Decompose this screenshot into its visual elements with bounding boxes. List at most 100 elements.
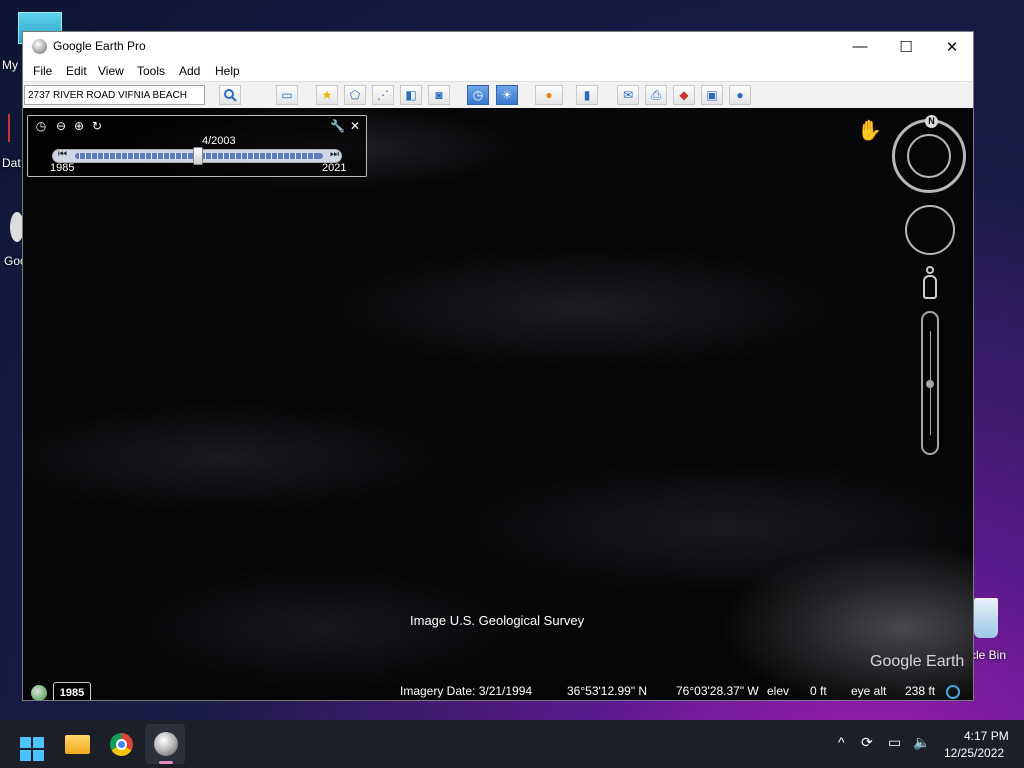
menu-help[interactable]: Help <box>215 64 240 78</box>
google-earth-taskbar-button[interactable] <box>145 724 185 764</box>
clock-icon[interactable]: ◷ <box>34 119 48 133</box>
save-image-button[interactable]: ▣ <box>701 85 723 105</box>
time-slider-tick <box>271 153 272 159</box>
chevron-up-icon[interactable]: ^ <box>838 734 845 750</box>
look-joystick[interactable] <box>905 205 955 255</box>
camera-icon: ◙ <box>435 88 443 102</box>
add-path-button[interactable]: ⋰ <box>372 85 394 105</box>
time-slider-tick <box>187 153 188 159</box>
compass-inner-ring <box>907 134 951 178</box>
start-button[interactable] <box>12 724 52 764</box>
wrench-icon[interactable]: 🔧 <box>330 119 345 133</box>
zoom-slider[interactable] <box>921 311 939 455</box>
time-slider-tick <box>313 153 314 159</box>
street-view-pegman-icon[interactable] <box>922 266 938 302</box>
time-slider-tick <box>157 153 158 159</box>
historical-imagery-button[interactable]: ◷ <box>467 85 489 105</box>
close-button[interactable]: ✕ <box>929 32 975 61</box>
north-indicator[interactable]: N <box>925 115 938 128</box>
time-slider-tick <box>241 153 242 159</box>
time-slider-current-date: 4/2003 <box>202 135 236 147</box>
add-polygon-button[interactable]: ⬠ <box>344 85 366 105</box>
elevation-label: elev <box>767 684 790 698</box>
display-icon[interactable]: ▭ <box>888 734 901 751</box>
step-back-icon[interactable]: ⏮ <box>58 149 67 160</box>
folder-icon <box>65 735 90 754</box>
zoom-out-icon[interactable]: ⊖ <box>54 119 68 133</box>
google-earth-icon <box>32 39 47 54</box>
time-slider-tick <box>235 153 236 159</box>
time-slider-tick <box>127 153 128 159</box>
maximize-button[interactable]: ☐ <box>883 32 929 61</box>
time-slider-tick <box>163 153 164 159</box>
menu-edit[interactable]: Edit <box>66 64 87 78</box>
pegman-body <box>923 275 937 299</box>
refresh-icon[interactable]: ↻ <box>90 119 104 133</box>
planets-button[interactable]: ● <box>535 85 563 105</box>
zoom-in-icon[interactable]: ⊕ <box>72 119 86 133</box>
time-slider-tick <box>151 153 152 159</box>
time-slider-tick <box>259 153 260 159</box>
print-button[interactable]: ⎙ <box>645 85 667 105</box>
clock-date[interactable]: 12/25/2022 <box>944 746 1004 760</box>
time-slider-tick <box>253 153 254 159</box>
add-image-overlay-button[interactable]: ◧ <box>400 85 422 105</box>
time-slider-tick <box>103 153 104 159</box>
volume-icon[interactable]: 🔈 <box>913 734 930 751</box>
placemark-icon: ★ <box>321 88 333 102</box>
compass-control[interactable]: N <box>892 115 966 193</box>
time-slider-tick <box>277 153 278 159</box>
clock-time[interactable]: 4:17 PM <box>964 729 1009 743</box>
path-icon: ⋰ <box>377 88 389 102</box>
time-slider-tick <box>217 153 218 159</box>
email-button[interactable]: ✉ <box>617 85 639 105</box>
menu-tools[interactable]: Tools <box>137 64 165 78</box>
menu-view[interactable]: View <box>98 64 124 78</box>
polygon-icon: ⬠ <box>349 88 361 102</box>
close-icon[interactable]: ✕ <box>348 119 362 133</box>
time-slider-tick <box>289 153 290 159</box>
time-slider-tick <box>205 153 206 159</box>
taskbar: ^ ⟳ ▭ 🔈 4:17 PM 12/25/2022 <box>0 720 1024 768</box>
time-slider-start-year: 1985 <box>50 162 75 174</box>
toolbar: ▭ ★ ⬠ ⋰ ◧ ◙ ◷ ☀ ● ▮ ✉ ⎙ ◆ ▣ ● <box>23 81 973 110</box>
menu-file[interactable]: File <box>33 64 52 78</box>
sidebar-toggle-button[interactable]: ▭ <box>276 85 298 105</box>
time-slider-tick <box>133 153 134 159</box>
google-earth-logo: Google Earth <box>870 653 965 670</box>
view-in-maps-button[interactable]: ◆ <box>673 85 695 105</box>
ruler-button[interactable]: ▮ <box>576 85 598 105</box>
search-input[interactable] <box>24 85 205 105</box>
title-bar[interactable]: Google Earth Pro — ☐ ✕ <box>23 32 973 61</box>
search-button[interactable] <box>219 85 241 105</box>
zoom-slider-knob[interactable] <box>926 380 934 388</box>
image-overlay-icon: ◧ <box>405 88 417 102</box>
sidebar-icon: ▭ <box>281 88 293 102</box>
globe-icon: ● <box>736 88 744 102</box>
sync-icon[interactable]: ⟳ <box>861 734 873 751</box>
desktop-icon-label: My <box>2 58 18 72</box>
file-explorer-button[interactable] <box>57 724 97 764</box>
imagery-year-badge[interactable]: 1985 <box>53 682 91 700</box>
historical-imagery-icon[interactable] <box>31 685 47 700</box>
time-slider-tick <box>79 153 80 159</box>
minimize-button[interactable]: — <box>837 32 883 61</box>
time-slider-tick <box>229 153 230 159</box>
latitude: 36°53'12.99" N <box>567 684 648 698</box>
time-slider-tick <box>139 153 140 159</box>
image-icon: ▣ <box>706 88 718 102</box>
google-earth-icon <box>154 732 178 756</box>
time-slider-tick <box>223 153 224 159</box>
menu-add[interactable]: Add <box>179 64 200 78</box>
time-slider-thumb[interactable] <box>193 147 203 165</box>
step-forward-icon[interactable]: ⏭ <box>330 149 339 160</box>
printer-icon: ⎙ <box>651 87 661 102</box>
add-placemark-button[interactable]: ★ <box>316 85 338 105</box>
map-viewport[interactable]: ◷ ⊖ ⊕ ↻ 🔧 ✕ 4/2003 ⏮ ⏭ 1985 2021 ✋ N Ima… <box>23 108 973 700</box>
time-slider-tick <box>211 153 212 159</box>
sunlight-button[interactable]: ☀ <box>496 85 518 105</box>
google-earth-web-button[interactable]: ● <box>729 85 751 105</box>
time-slider-tick <box>121 153 122 159</box>
chrome-button[interactable] <box>101 724 141 764</box>
record-tour-button[interactable]: ◙ <box>428 85 450 105</box>
